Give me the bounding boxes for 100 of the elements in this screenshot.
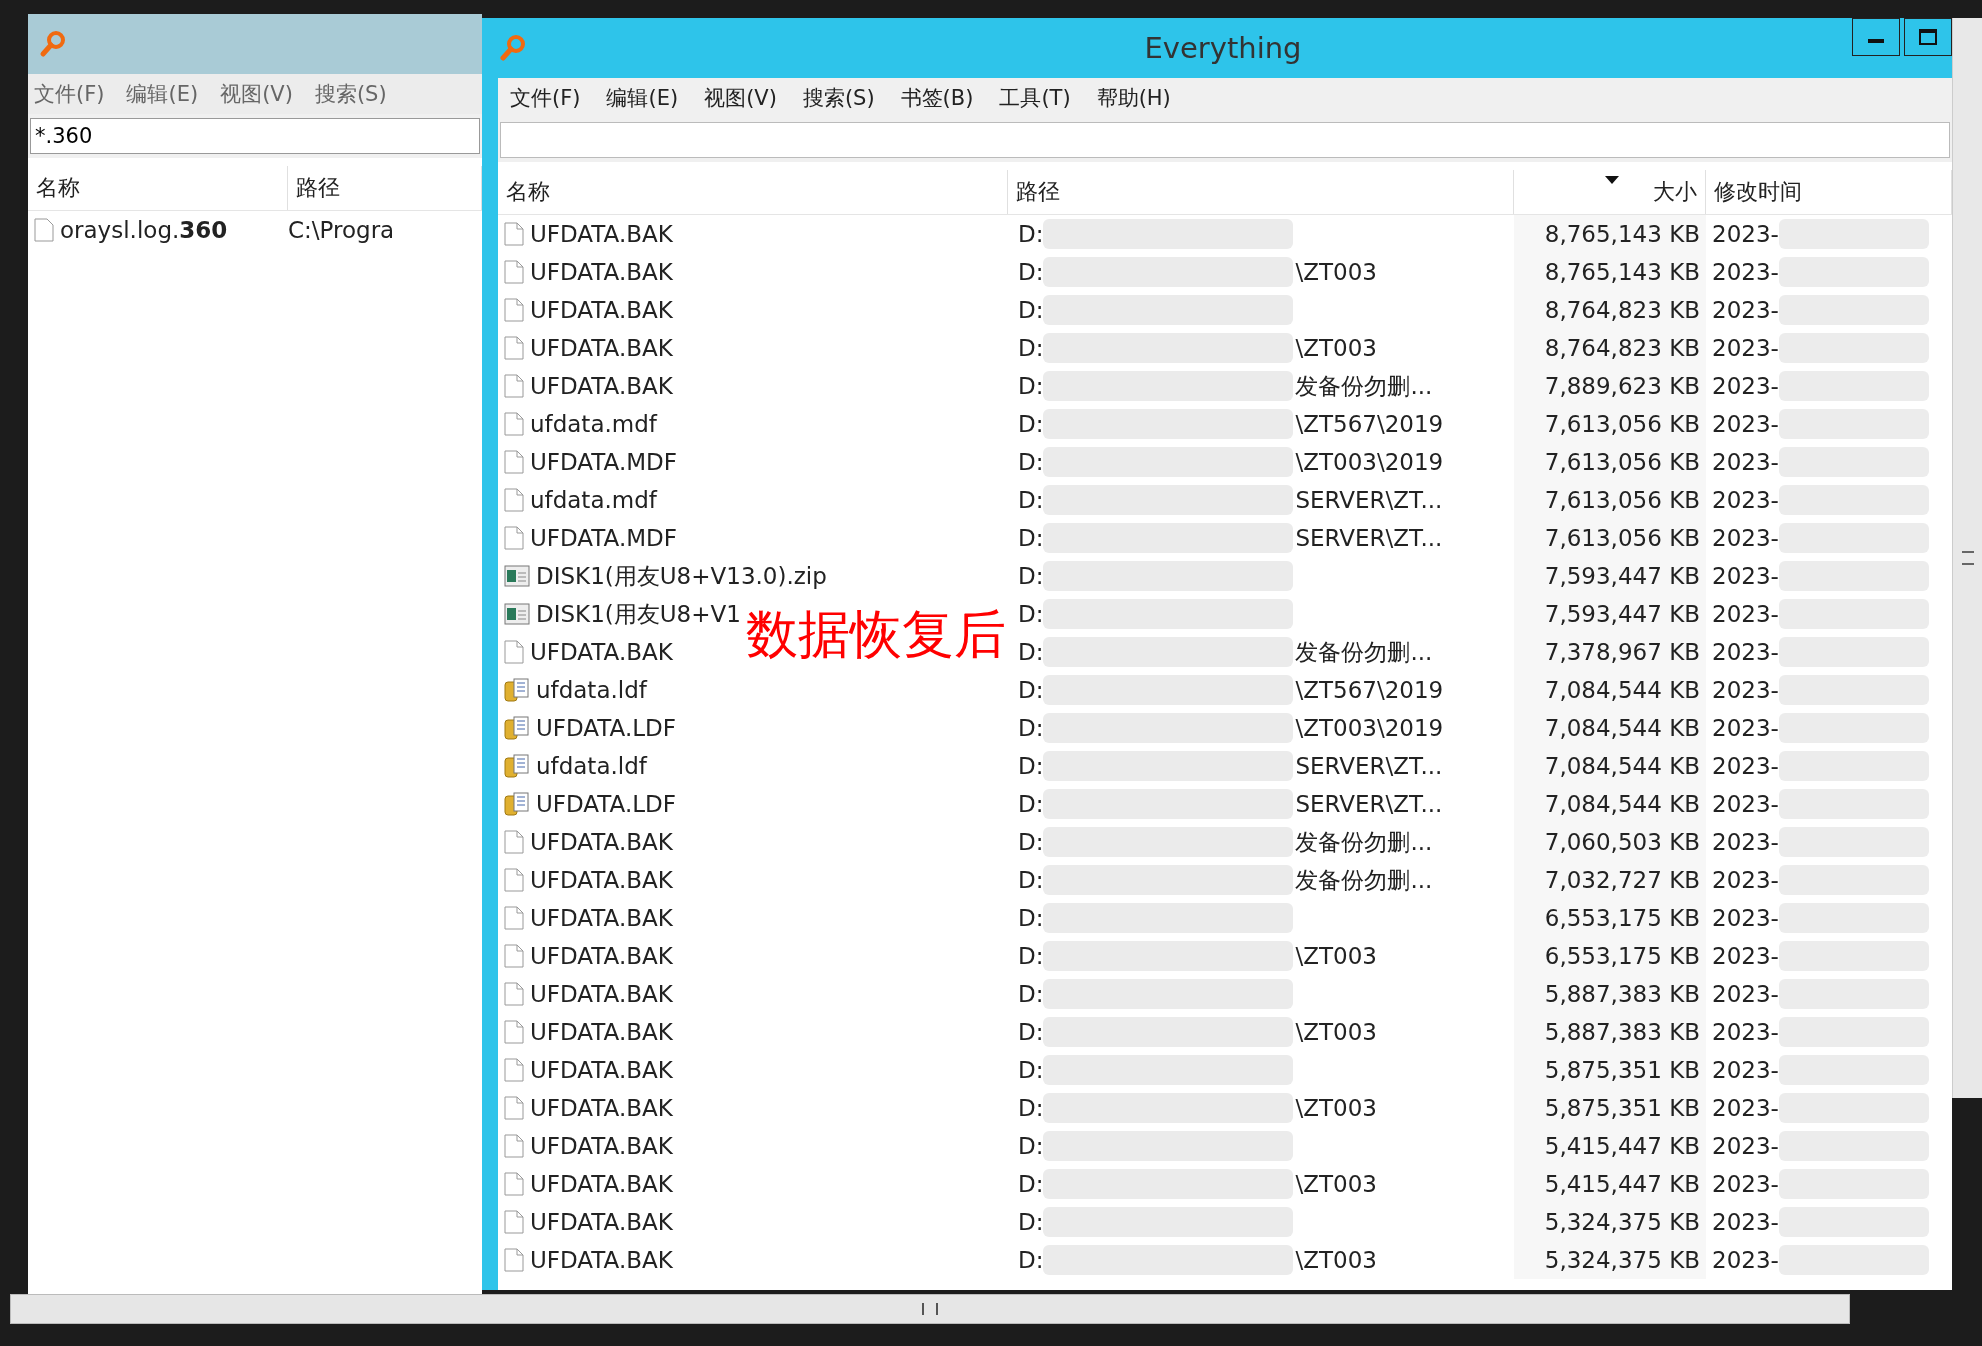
drive-text: D: [1018,449,1044,475]
file-size: 7,084,544 KB [1544,677,1700,703]
file-size: 7,084,544 KB [1544,715,1700,741]
file-path: \ZT003\2019 [1295,715,1444,741]
menu-item[interactable]: 视图(V) [220,80,293,108]
file-size: 7,613,056 KB [1544,411,1700,437]
file-name: ufdata.ldf [536,677,647,703]
modified-date: 2023- [1712,411,1779,437]
menu-item[interactable]: 搜索(S) [802,84,875,112]
file-size: 5,415,447 KB [1544,1171,1700,1197]
menu-item[interactable]: 编辑(E) [606,84,679,112]
file-icon [504,1057,524,1083]
file-size: 7,084,544 KB [1544,753,1700,779]
menu-item[interactable]: 编辑(E) [126,80,199,108]
file-size: 5,324,375 KB [1544,1247,1700,1273]
drive-text: D: [1018,411,1044,437]
menu-item[interactable]: 帮助(H) [1096,84,1171,112]
menu-item[interactable]: 工具(T) [999,84,1071,112]
drive-text: D: [1018,639,1044,665]
file-icon [504,639,524,665]
modified-date: 2023- [1712,639,1779,665]
file-path: SERVER\ZT... [1295,525,1443,551]
modified-date: 2023- [1712,715,1779,741]
file-path: C:\Progra [288,216,396,245]
horizontal-scrollbar[interactable] [10,1294,1850,1324]
menu-item[interactable]: 文件(F) [34,80,105,108]
modified-date: 2023- [1712,1133,1779,1159]
file-name: UFDATA.LDF [536,791,676,817]
column-header[interactable]: 名称 [28,166,288,210]
file-name: UFDATA.BAK [530,1171,673,1197]
file-icon [504,981,524,1007]
file-size: 7,032,727 KB [1544,867,1700,893]
menu-item[interactable]: 文件(F) [510,84,581,112]
modified-date: 2023- [1712,1019,1779,1045]
file-name: UFDATA.BAK [530,905,673,931]
modified-date: 2023- [1712,335,1779,361]
maximize-button[interactable] [1904,18,1952,56]
file-icon [504,487,524,513]
search-field[interactable]: *.360 [30,118,480,154]
modified-date: 2023- [1712,487,1779,513]
grip-icon [1961,551,1974,565]
column-header[interactable]: 名称 [498,170,1008,214]
drive-text: D: [1018,1209,1044,1235]
file-name: UFDATA.BAK [530,373,673,399]
modified-date: 2023- [1712,221,1779,247]
file-path: \ZT003 [1295,259,1377,285]
column-header[interactable]: 路径 [1008,170,1514,214]
drive-text: D: [1018,525,1044,551]
file-icon [504,1247,524,1273]
modified-date: 2023- [1712,525,1779,551]
file-name: UFDATA.BAK [530,867,673,893]
drive-text: D: [1018,715,1044,741]
file-size: 5,875,351 KB [1544,1095,1700,1121]
drive-text: D: [1018,601,1044,627]
file-path: \ZT003 [1295,943,1377,969]
search-field[interactable] [500,122,1950,158]
file-size: 7,378,967 KB [1544,639,1700,665]
drive-text: D: [1018,259,1044,285]
database-file-icon [504,677,530,703]
menu-item[interactable]: 书签(B) [900,84,974,112]
drive-text: D: [1018,221,1044,247]
drive-text: D: [1018,335,1044,361]
modified-date: 2023- [1712,867,1779,893]
file-icon [504,525,524,551]
drive-text: D: [1018,981,1044,1007]
vertical-scrollbar[interactable] [1952,18,1982,1098]
file-path: 发备份勿删... [1295,637,1433,667]
file-name: UFDATA.BAK [530,639,673,665]
file-path: \ZT003 [1295,1171,1377,1197]
file-name: ufdata.mdf [530,487,657,513]
modified-date: 2023- [1712,753,1779,779]
file-size: 7,593,447 KB [1544,601,1700,627]
file-path: \ZT567\2019 [1295,411,1444,437]
menu-item[interactable]: 视图(V) [704,84,777,112]
file-size: 8,764,823 KB [1544,297,1700,323]
modified-date: 2023- [1712,1171,1779,1197]
file-name: UFDATA.BAK [530,1247,673,1273]
file-icon [504,411,524,437]
file-icon [504,335,524,361]
file-name: UFDATA.BAK [530,1095,673,1121]
sort-arrow-icon [1605,176,1619,184]
file-icon [504,829,524,855]
column-header[interactable]: 大小 [1514,170,1706,214]
file-name: UFDATA.BAK [530,221,673,247]
minimize-button[interactable] [1852,18,1900,56]
drive-text: D: [1018,1133,1044,1159]
file-name: UFDATA.MDF [530,525,677,551]
file-path: 发备份勿删... [1295,827,1433,857]
window-file-icon [504,601,530,627]
magnifier-icon [38,29,68,59]
menu-item[interactable]: 搜索(S) [314,80,387,108]
drive-text: D: [1018,1171,1044,1197]
file-size: 7,889,623 KB [1544,373,1700,399]
file-path: 发备份勿删... [1295,371,1433,401]
file-path: \ZT567\2019 [1295,677,1444,703]
file-icon [504,943,524,969]
modified-date: 2023- [1712,677,1779,703]
drive-text: D: [1018,867,1044,893]
drive-text: D: [1018,905,1044,931]
drive-text: D: [1018,1095,1044,1121]
